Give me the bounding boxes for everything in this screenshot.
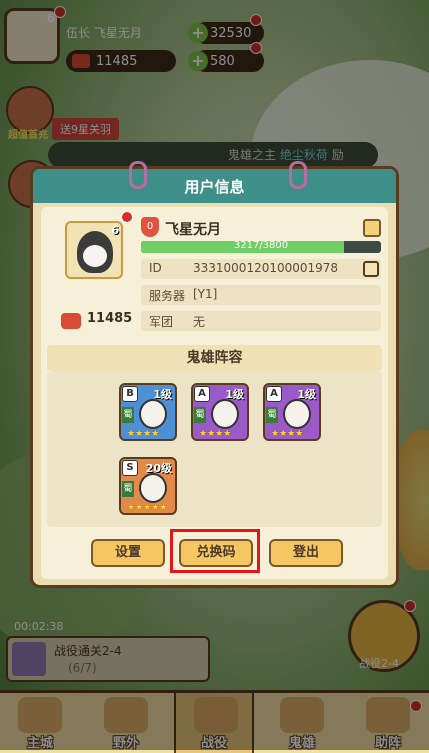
copy-id-icon[interactable] bbox=[363, 261, 379, 277]
hero-lineup: B 1级 蜀 ★★★★ A 1级 蜀 ★★★★ A 1级 蜀 ★★★★ S 20… bbox=[47, 371, 382, 527]
dialog-header: 用户信息 bbox=[33, 169, 396, 203]
legion-label: 军团 bbox=[149, 315, 174, 329]
hero-card[interactable]: A 1级 蜀 ★★★★ bbox=[191, 383, 249, 441]
player-name: 飞星无月 bbox=[165, 222, 221, 238]
exp-text: 3217/3800 bbox=[233, 241, 289, 251]
hero-faction: 蜀 bbox=[122, 407, 134, 423]
legion-row: 军团 无 bbox=[141, 311, 381, 331]
edit-name-icon[interactable] bbox=[363, 219, 381, 237]
hero-portrait bbox=[283, 399, 311, 429]
player-avatar[interactable]: 6 bbox=[65, 221, 123, 279]
hero-stars: ★★★★★ bbox=[127, 503, 168, 513]
hero-grade: A bbox=[194, 386, 210, 402]
hero-faction: 蜀 bbox=[122, 481, 134, 497]
id-value: 3331000120100001978 bbox=[193, 261, 339, 275]
hero-grade: S bbox=[122, 460, 138, 476]
hero-stars: ★★★★ bbox=[271, 429, 304, 439]
hero-portrait bbox=[211, 399, 239, 429]
hero-grade: A bbox=[266, 386, 282, 402]
avatar-level: 6 bbox=[111, 224, 119, 237]
hanger-left-icon bbox=[129, 161, 147, 189]
dialog-title: 用户信息 bbox=[184, 178, 245, 196]
hero-card[interactable]: S 20级 蜀 ★★★★★ bbox=[119, 457, 177, 515]
server-row: 服务器 [Y1] bbox=[141, 285, 381, 305]
hero-portrait bbox=[139, 473, 167, 503]
hanger-right-icon bbox=[289, 161, 307, 189]
hero-faction: 蜀 bbox=[194, 407, 206, 423]
hero-faction: 蜀 bbox=[266, 407, 278, 423]
avatar-face bbox=[83, 245, 107, 267]
rank-badge-icon: 0 bbox=[141, 217, 159, 237]
avatar-notification-dot bbox=[121, 211, 133, 223]
hero-card[interactable]: B 1级 蜀 ★★★★ bbox=[119, 383, 177, 441]
server-label: 服务器 bbox=[149, 289, 186, 303]
user-info-dialog: 用户信息 6 0 飞星无月 3217/3800 ID 3331000120100… bbox=[30, 161, 399, 588]
server-value: [Y1] bbox=[193, 287, 218, 301]
logout-button[interactable]: 登出 bbox=[269, 539, 343, 567]
hero-stars: ★★★★ bbox=[127, 429, 160, 439]
id-row: ID 3331000120100001978 bbox=[141, 259, 381, 279]
id-label: ID bbox=[149, 261, 162, 275]
hero-grade: B bbox=[122, 386, 138, 402]
fist-icon bbox=[61, 313, 81, 329]
player-power: 11485 bbox=[87, 311, 133, 326]
lineup-title: 鬼雄阵容 bbox=[47, 345, 382, 371]
redeem-highlight-box bbox=[170, 529, 260, 573]
hero-card[interactable]: A 1级 蜀 ★★★★ bbox=[263, 383, 321, 441]
dialog-body: 6 0 飞星无月 3217/3800 ID 333100012010000197… bbox=[41, 207, 388, 579]
hero-portrait bbox=[139, 399, 167, 429]
legion-value: 无 bbox=[193, 315, 206, 329]
exp-bar: 3217/3800 bbox=[141, 241, 381, 253]
hero-stars: ★★★★ bbox=[199, 429, 232, 439]
settings-button[interactable]: 设置 bbox=[91, 539, 165, 567]
